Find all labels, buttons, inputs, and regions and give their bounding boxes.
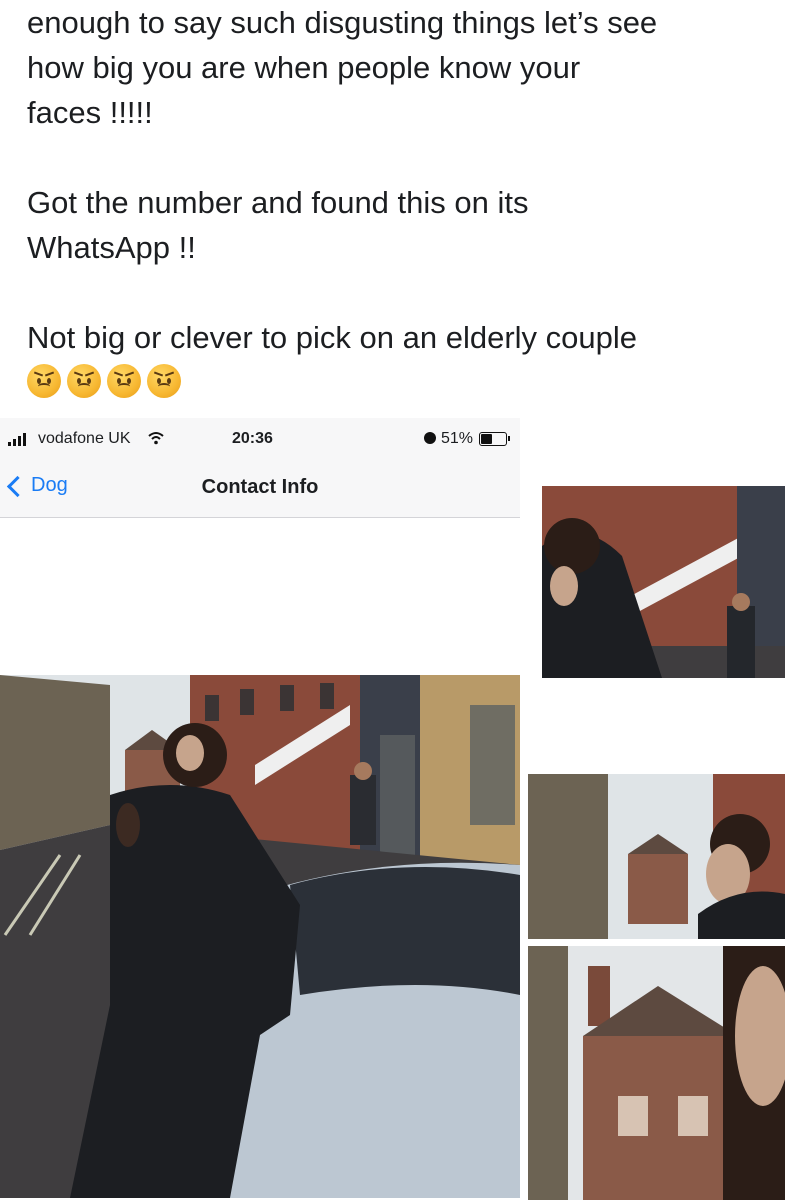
battery-fill — [481, 434, 492, 444]
status-bar: vodafone UK 20:36 51% — [0, 418, 520, 460]
frowning-face-emoji-icon — [27, 364, 61, 398]
cropped-photo-2[interactable] — [528, 774, 785, 939]
page-title: Contact Info — [201, 476, 319, 498]
crop-image-2 — [528, 774, 785, 939]
post-line: how big you are when people know your — [27, 50, 581, 85]
navigation-bar: Dog Contact Info — [0, 460, 520, 518]
frowning-face-emoji-icon — [147, 364, 181, 398]
post-line: WhatsApp !! — [27, 230, 196, 265]
post-line: faces !!!!! — [27, 95, 153, 130]
cropped-photo-3[interactable] — [528, 946, 785, 1200]
post-paragraph-3: Not big or clever to pick on an elderly … — [27, 315, 767, 398]
frowning-face-emoji-icon — [67, 364, 101, 398]
street-scene-image — [0, 675, 520, 1198]
crop-image-1 — [542, 486, 785, 678]
profile-photo[interactable] — [0, 675, 520, 1198]
wifi-icon — [148, 432, 164, 445]
post-line: enough to say such disgusting things let… — [27, 5, 658, 40]
status-time: 20:36 — [232, 430, 273, 447]
post-paragraph-2: Got the number and found this on its Wha… — [27, 180, 767, 270]
whatsapp-contact-screenshot: vodafone UK 20:36 51% Dog Contact Info — [0, 418, 520, 1198]
frowning-face-emoji-icon — [107, 364, 141, 398]
post-line: Not big or clever to pick on an elderly … — [27, 320, 637, 355]
battery-percent: 51% — [441, 430, 474, 447]
crop-image-3 — [528, 946, 785, 1200]
cropped-photo-1[interactable] — [542, 486, 785, 678]
emoji-row — [27, 364, 767, 398]
battery-icon — [479, 432, 507, 446]
battery-tip — [508, 436, 510, 441]
post-line: Got the number and found this on its — [27, 185, 529, 220]
post-body: enough to say such disgusting things let… — [27, 0, 767, 398]
signal-strength-icon — [8, 432, 26, 446]
alarm-clock-icon — [424, 432, 436, 444]
carrier-name: vodafone UK — [38, 430, 131, 447]
post-paragraph-1: enough to say such disgusting things let… — [27, 0, 767, 135]
